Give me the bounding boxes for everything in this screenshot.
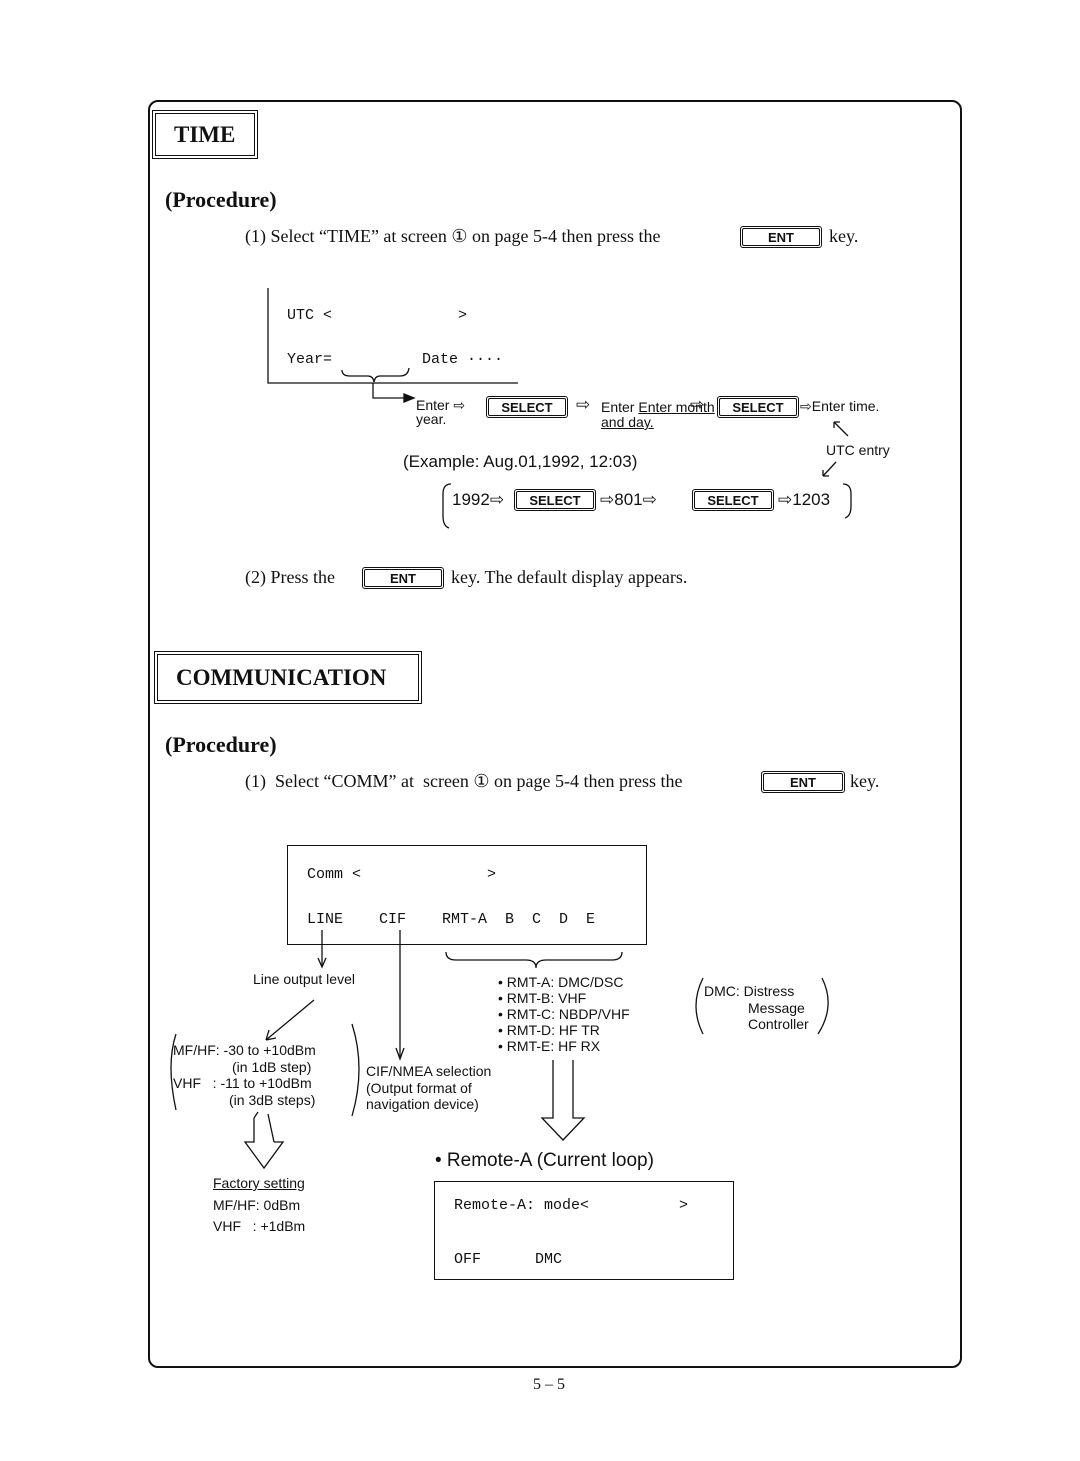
right-paren	[842, 483, 852, 519]
right-paren	[817, 977, 829, 1035]
diagonal-arrow-icon	[265, 999, 315, 1041]
flow-connector	[372, 383, 405, 399]
year-brace	[341, 367, 410, 383]
diagram-lines	[170, 288, 852, 1170]
arrowhead-icon	[403, 393, 416, 403]
rmt-brace	[445, 951, 623, 969]
double-arrow-down-icon	[243, 1118, 285, 1170]
left-paren	[695, 977, 704, 1035]
double-arrow-down-icon	[540, 1060, 586, 1141]
right-paren	[351, 1023, 360, 1117]
arrow-up-left-icon	[833, 421, 849, 437]
left-paren	[442, 483, 452, 529]
left-paren	[170, 1033, 177, 1111]
utc-display-border	[267, 288, 518, 384]
arrow-down-left-icon	[822, 461, 837, 477]
